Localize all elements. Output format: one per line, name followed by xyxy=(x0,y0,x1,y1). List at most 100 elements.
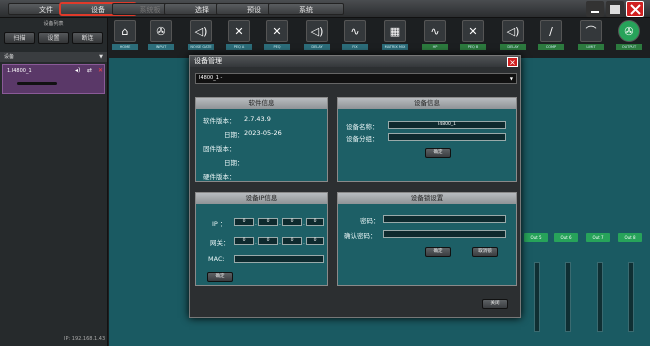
cancel-lock-button[interactable]: 取消锁 xyxy=(472,247,498,257)
disconnect-button[interactable]: 断连 xyxy=(72,32,103,44)
compressor-icon: ∕ xyxy=(540,20,562,42)
chevron-down-icon: ▼ xyxy=(509,76,513,81)
gateway-octet-field[interactable]: 0 xyxy=(282,237,302,245)
module-label: NOISE GATE xyxy=(188,44,214,50)
dot-separator: . xyxy=(303,220,305,227)
panel-header: 软件信息 xyxy=(196,98,327,109)
settings-button[interactable]: 设置 xyxy=(38,32,69,44)
ip-label: IP ： xyxy=(212,220,227,228)
dot-separator: . xyxy=(255,220,257,227)
module-peq[interactable]: ✕ PEQ xyxy=(264,20,290,50)
module-label: PEQ A xyxy=(226,44,252,50)
dialog-close-icon[interactable]: × xyxy=(507,57,518,67)
module-noise-gate[interactable]: ◁) NOISE GATE xyxy=(188,20,214,50)
device-list-panel: 设备列表 扫描 设置 断连 设备 ▼ 1.I4800_1 ◂) ⇄ ✕ xyxy=(0,18,108,346)
output-tag-6[interactable]: Out 6 xyxy=(554,233,578,242)
output-tag-8[interactable]: Out 8 xyxy=(618,233,642,242)
menu-system[interactable]: 系统 xyxy=(268,3,344,15)
module-hp[interactable]: ∿ HP xyxy=(422,20,448,50)
dot-separator: . xyxy=(279,239,281,246)
dialog-close-button[interactable]: 关闭 xyxy=(482,299,508,309)
minimize-button[interactable] xyxy=(586,1,604,17)
home-icon: ⌂ xyxy=(114,20,136,42)
module-peq-a[interactable]: ✕ PEQ A xyxy=(226,20,252,50)
delay-icon: ◁) xyxy=(502,20,524,42)
module-input[interactable]: ✇ INPUT xyxy=(148,20,174,50)
module-label: INPUT xyxy=(148,44,174,50)
device-thumbnail xyxy=(17,82,57,85)
panel-header: 设备锁设置 xyxy=(338,193,516,204)
module-fix[interactable]: ∿ FIX xyxy=(342,20,368,50)
module-label: DELAY xyxy=(500,44,526,50)
device-info-panel: 设备信息 设备名称： I4800_1 设备分组： 确定 xyxy=(337,97,517,182)
module-peq-b[interactable]: ✕ PEQ B xyxy=(460,20,486,50)
device-group-label: 设备分组： xyxy=(346,135,379,143)
device-lock-panel: 设备锁设置 密码： 确认密码： 确定 取消锁 xyxy=(337,192,517,286)
module-label: COMP xyxy=(538,44,564,50)
output-fader[interactable] xyxy=(597,262,603,332)
device-header: 设备 ▼ xyxy=(0,52,107,62)
gateway-octet-field[interactable]: 0 xyxy=(258,237,278,245)
gateway-octet-field[interactable]: 0 xyxy=(234,237,254,245)
gateway-octet-field[interactable]: 0 xyxy=(306,237,324,245)
output-icon: ✇ xyxy=(618,20,640,42)
module-label: FIX xyxy=(342,44,368,50)
sync-icon[interactable]: ⇄ xyxy=(87,67,92,74)
software-version-label: 软件版本： xyxy=(203,117,236,125)
firmware-date-label: 日期： xyxy=(224,159,244,167)
chevron-down-icon[interactable]: ▼ xyxy=(99,52,103,62)
module-label: HP xyxy=(422,44,448,50)
limiter-icon: ⌒ xyxy=(580,20,602,42)
module-label: PEQ B xyxy=(460,44,486,50)
module-matrix-mix[interactable]: ▦ MATRIX MIX xyxy=(382,20,408,50)
minimize-icon xyxy=(591,11,599,13)
matrix-icon: ▦ xyxy=(384,20,406,42)
restore-button[interactable] xyxy=(606,1,624,17)
speaker-icon[interactable]: ◂) xyxy=(75,67,80,74)
output-tag-7[interactable]: Out 7 xyxy=(586,233,610,242)
ip-confirm-button[interactable]: 确定 xyxy=(207,272,233,282)
dialog-title: 设备管理 xyxy=(190,56,520,67)
lock-confirm-button[interactable]: 确定 xyxy=(425,247,451,257)
device-list-item[interactable]: 1.I4800_1 ◂) ⇄ ✕ xyxy=(2,64,105,94)
module-label: HOME xyxy=(112,44,138,50)
module-output[interactable]: ✇ OUTPUT xyxy=(616,20,642,50)
output-fader[interactable] xyxy=(628,262,634,332)
output-tag-5[interactable]: Out 5 xyxy=(524,233,548,242)
ip-octet-field[interactable]: 0 xyxy=(234,218,254,226)
device-select[interactable]: I4800_1 - ▼ xyxy=(195,73,517,84)
mac-field[interactable] xyxy=(234,255,324,263)
device-select-value: I4800_1 - xyxy=(199,75,223,81)
device-name-field[interactable]: I4800_1 xyxy=(388,121,506,129)
ip-octet-field[interactable]: 0 xyxy=(258,218,278,226)
module-home[interactable]: ⌂ HOME xyxy=(112,20,138,50)
scan-button[interactable]: 扫描 xyxy=(4,32,35,44)
gateway-label: 网关： xyxy=(210,239,230,247)
hardware-version-label: 硬件版本： xyxy=(203,173,236,181)
confirm-password-field[interactable] xyxy=(383,230,506,238)
module-limit[interactable]: ⌒ LIMIT xyxy=(578,20,604,50)
output-fader[interactable] xyxy=(565,262,571,332)
dot-separator: . xyxy=(279,220,281,227)
module-label: MATRIX MIX xyxy=(382,44,408,50)
password-label: 密码： xyxy=(360,217,380,225)
ip-octet-field[interactable]: 0 xyxy=(306,218,324,226)
peq-icon: ✕ xyxy=(228,20,250,42)
remove-icon[interactable]: ✕ xyxy=(98,67,103,74)
app-close-button[interactable] xyxy=(626,1,644,17)
module-comp[interactable]: ∕ COMP xyxy=(538,20,564,50)
module-delay[interactable]: ◁) DELAY xyxy=(304,20,330,50)
software-version-value: 2.7.43.9 xyxy=(244,115,271,123)
output-fader[interactable] xyxy=(534,262,540,332)
noise-gate-icon: ◁) xyxy=(190,20,212,42)
peq-icon: ✕ xyxy=(462,20,484,42)
device-info-confirm-button[interactable]: 确定 xyxy=(425,148,451,158)
password-field[interactable] xyxy=(383,215,506,223)
firmware-version-label: 固件版本： xyxy=(203,145,236,153)
device-group-field[interactable] xyxy=(388,133,506,141)
dot-separator: . xyxy=(303,239,305,246)
ip-octet-field[interactable]: 0 xyxy=(282,218,302,226)
panel-header: 设备信息 xyxy=(338,98,516,109)
module-delay-out[interactable]: ◁) DELAY xyxy=(500,20,526,50)
peq-icon: ✕ xyxy=(266,20,288,42)
